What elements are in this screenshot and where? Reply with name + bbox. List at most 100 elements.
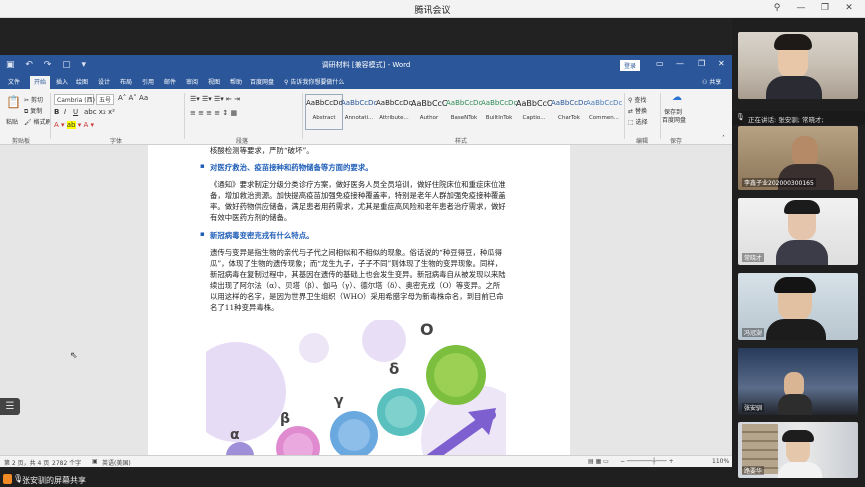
style-preview: AaBbCcDd bbox=[306, 99, 342, 107]
language[interactable]: 英语(美国) bbox=[102, 458, 131, 467]
group-label-styles: 样式 bbox=[455, 138, 468, 145]
tab-insert[interactable]: 插入 bbox=[56, 77, 68, 86]
baidu-cloud-icon[interactable]: ☁ bbox=[672, 92, 682, 103]
style-preview: AaBbCcDc bbox=[376, 99, 412, 107]
zoom-slider[interactable]: − ───────┼─── + bbox=[620, 458, 674, 465]
group-separator bbox=[624, 93, 625, 139]
style-3[interactable]: AaBbCcC Author bbox=[411, 95, 447, 129]
participant-tile[interactable]: 冯冠澍 bbox=[738, 273, 858, 340]
style-7[interactable]: AaBbCcDc CharTok bbox=[551, 95, 587, 129]
find-button[interactable]: ⚲ 查找 bbox=[628, 95, 646, 104]
style-0[interactable]: AaBbCcDd Abstract bbox=[305, 94, 343, 130]
style-5[interactable]: AaBbCcDc BuiltInTok bbox=[481, 95, 517, 129]
maximize-icon[interactable]: ❐ bbox=[818, 2, 832, 15]
pin-icon[interactable]: ⚲ bbox=[770, 2, 784, 15]
collapse-ribbon-icon[interactable]: ˄ bbox=[722, 135, 725, 142]
font-size-select[interactable]: 五号 bbox=[96, 94, 114, 105]
participant-tile[interactable]: 张安驯 bbox=[738, 348, 858, 415]
heading-medical: 对医疗救治、疫苗接种和药物储备等方面的要求。 bbox=[210, 163, 373, 172]
list-icons[interactable]: ☰▾ ☰▾ ☰▾ ⇤ ⇥ bbox=[190, 95, 240, 103]
login-button[interactable]: 登录 bbox=[620, 60, 641, 71]
minimize-icon[interactable]: — bbox=[794, 2, 808, 15]
format-painter-button[interactable]: 🖌 格式刷 bbox=[24, 117, 52, 126]
participant-tile[interactable] bbox=[738, 32, 858, 99]
word-minimize-icon[interactable]: — bbox=[676, 59, 684, 68]
save-baidu-label-2[interactable]: 百度网盘 bbox=[662, 115, 686, 124]
tab-design[interactable]: 设计 bbox=[98, 77, 110, 86]
font-name-select[interactable]: Cambria (西) bbox=[54, 94, 95, 105]
share-label: 共享 bbox=[709, 79, 722, 86]
close-icon[interactable]: ✕ bbox=[842, 2, 856, 15]
tab-home[interactable]: 开始 bbox=[30, 76, 51, 89]
proofing-icon[interactable]: ▣ bbox=[92, 458, 98, 465]
tab-view[interactable]: 视图 bbox=[208, 77, 220, 86]
group-separator bbox=[50, 93, 51, 139]
participant-tile[interactable]: 李鑫子业202000300165 bbox=[738, 126, 858, 190]
font-color-icon[interactable]: A ▾ ab ▾ A ▾ bbox=[54, 121, 94, 129]
paragraph-continued: 核酸检测等要求，严防“破坏”。 bbox=[210, 146, 314, 155]
tab-help[interactable]: 帮助 bbox=[230, 77, 242, 86]
bold-button[interactable]: B bbox=[54, 108, 59, 116]
style-name: Author bbox=[419, 115, 439, 121]
group-label-save: 保存 bbox=[670, 138, 683, 145]
toolbar-toggle-icon[interactable]: ☰ bbox=[0, 398, 20, 415]
tab-file[interactable]: 文件 bbox=[8, 77, 20, 86]
paste-icon[interactable]: 📋 bbox=[6, 95, 21, 109]
copy-label: 复制 bbox=[30, 108, 43, 115]
bullet-icon: ▪ bbox=[200, 162, 205, 170]
document-page[interactable]: 核酸检测等要求，严防“破坏”。 ▪ 对医疗救治、疫苗接种和药物储备等方面的要求。… bbox=[148, 145, 570, 455]
tell-me-label: 告诉我你想要做什么 bbox=[290, 79, 345, 86]
select-button[interactable]: ⬚ 选择 bbox=[628, 117, 648, 126]
participant-name: 路要华 bbox=[742, 466, 765, 475]
style-2[interactable]: AaBbCcDc Attribute... bbox=[376, 95, 412, 129]
participant-sidebar: 🎙 正在讲话: 张安驯; 常晓才; 李鑫子业202000300165 常晓才 冯… bbox=[732, 18, 865, 487]
group-label-editing: 编辑 bbox=[636, 138, 649, 145]
word-count[interactable]: 2782 个字 bbox=[52, 458, 81, 467]
group-label-paragraph: 段落 bbox=[236, 138, 249, 145]
view-mode-icons[interactable]: ▤ ▦ ▭ bbox=[588, 458, 609, 465]
word-restore-icon[interactable]: ❐ bbox=[698, 59, 705, 68]
italic-button[interactable]: I bbox=[64, 108, 66, 116]
style-8[interactable]: AaBbCcDc Commen... bbox=[586, 95, 622, 129]
tab-review[interactable]: 审阅 bbox=[186, 77, 198, 86]
tab-draw[interactable]: 绘图 bbox=[76, 77, 88, 86]
participant-name: 常晓才 bbox=[742, 253, 765, 262]
select-label: 选择 bbox=[635, 119, 648, 126]
align-icons[interactable]: ≡ ≡ ≡ ≡ ↕ ▦ bbox=[190, 109, 237, 117]
mic-icon: 🎙 bbox=[736, 113, 745, 121]
app-title-bar: 腾讯会议 ⚲ — ❐ ✕ bbox=[0, 0, 865, 18]
cut-button[interactable]: ✂ 剪切 bbox=[24, 95, 43, 104]
paragraph-notice: 《通知》要求制定分级分类诊疗方案，做好医务人员全员培训，做好住院床位和重症床位准… bbox=[210, 180, 506, 222]
page-count[interactable]: 第 2 页，共 4 页 bbox=[4, 458, 49, 467]
participant-tile[interactable]: 常晓才 bbox=[738, 198, 858, 265]
font-grow-shrink-icon[interactable]: A˄ A˅ Aa bbox=[118, 94, 148, 102]
word-close-icon[interactable]: ✕ bbox=[718, 59, 725, 68]
group-separator bbox=[660, 93, 661, 139]
style-4[interactable]: AaBbCcDc BaseNTok bbox=[446, 95, 482, 129]
share-button[interactable]: ⚇ 共享 bbox=[702, 77, 721, 86]
tab-references[interactable]: 引用 bbox=[142, 77, 154, 86]
heading-omicron: 新冠病毒变密克戎有什么特点。 bbox=[210, 231, 314, 240]
text-effects-icon[interactable]: abc x₂ x² bbox=[84, 108, 115, 116]
style-6[interactable]: AaBbCcC Captio... bbox=[516, 95, 552, 129]
ribbon-options-icon[interactable]: ▭ bbox=[656, 59, 664, 68]
tab-baidu[interactable]: 百度网盘 bbox=[250, 77, 274, 86]
screen-share-indicator: 🎙 张安驯的屏幕共享 bbox=[0, 472, 120, 487]
participant-tile[interactable]: 路要华 bbox=[738, 422, 858, 478]
style-name: BuiltInTok bbox=[485, 115, 513, 121]
group-separator bbox=[302, 93, 303, 139]
zoom-level[interactable]: 110% bbox=[712, 458, 729, 465]
tell-me-search[interactable]: ⚲ 告诉我你想要做什么 bbox=[284, 77, 344, 86]
underline-button[interactable]: U bbox=[73, 108, 78, 116]
greek-alpha: α bbox=[230, 427, 240, 443]
tab-layout[interactable]: 布局 bbox=[120, 77, 132, 86]
share-indicator-label: 张安驯的屏幕共享 bbox=[22, 476, 86, 485]
tab-mailings[interactable]: 邮件 bbox=[164, 77, 176, 86]
app-title: 腾讯会议 bbox=[414, 6, 451, 16]
participant-name: 张安驯 bbox=[742, 403, 765, 412]
replace-button[interactable]: ⇄ 替换 bbox=[628, 106, 647, 115]
style-1[interactable]: AaBbCcDc Annotati... bbox=[341, 95, 377, 129]
copy-button[interactable]: ⧉ 复制 bbox=[24, 106, 42, 116]
paste-label[interactable]: 粘贴 bbox=[6, 117, 18, 126]
bullet-icon: ▪ bbox=[200, 230, 205, 238]
